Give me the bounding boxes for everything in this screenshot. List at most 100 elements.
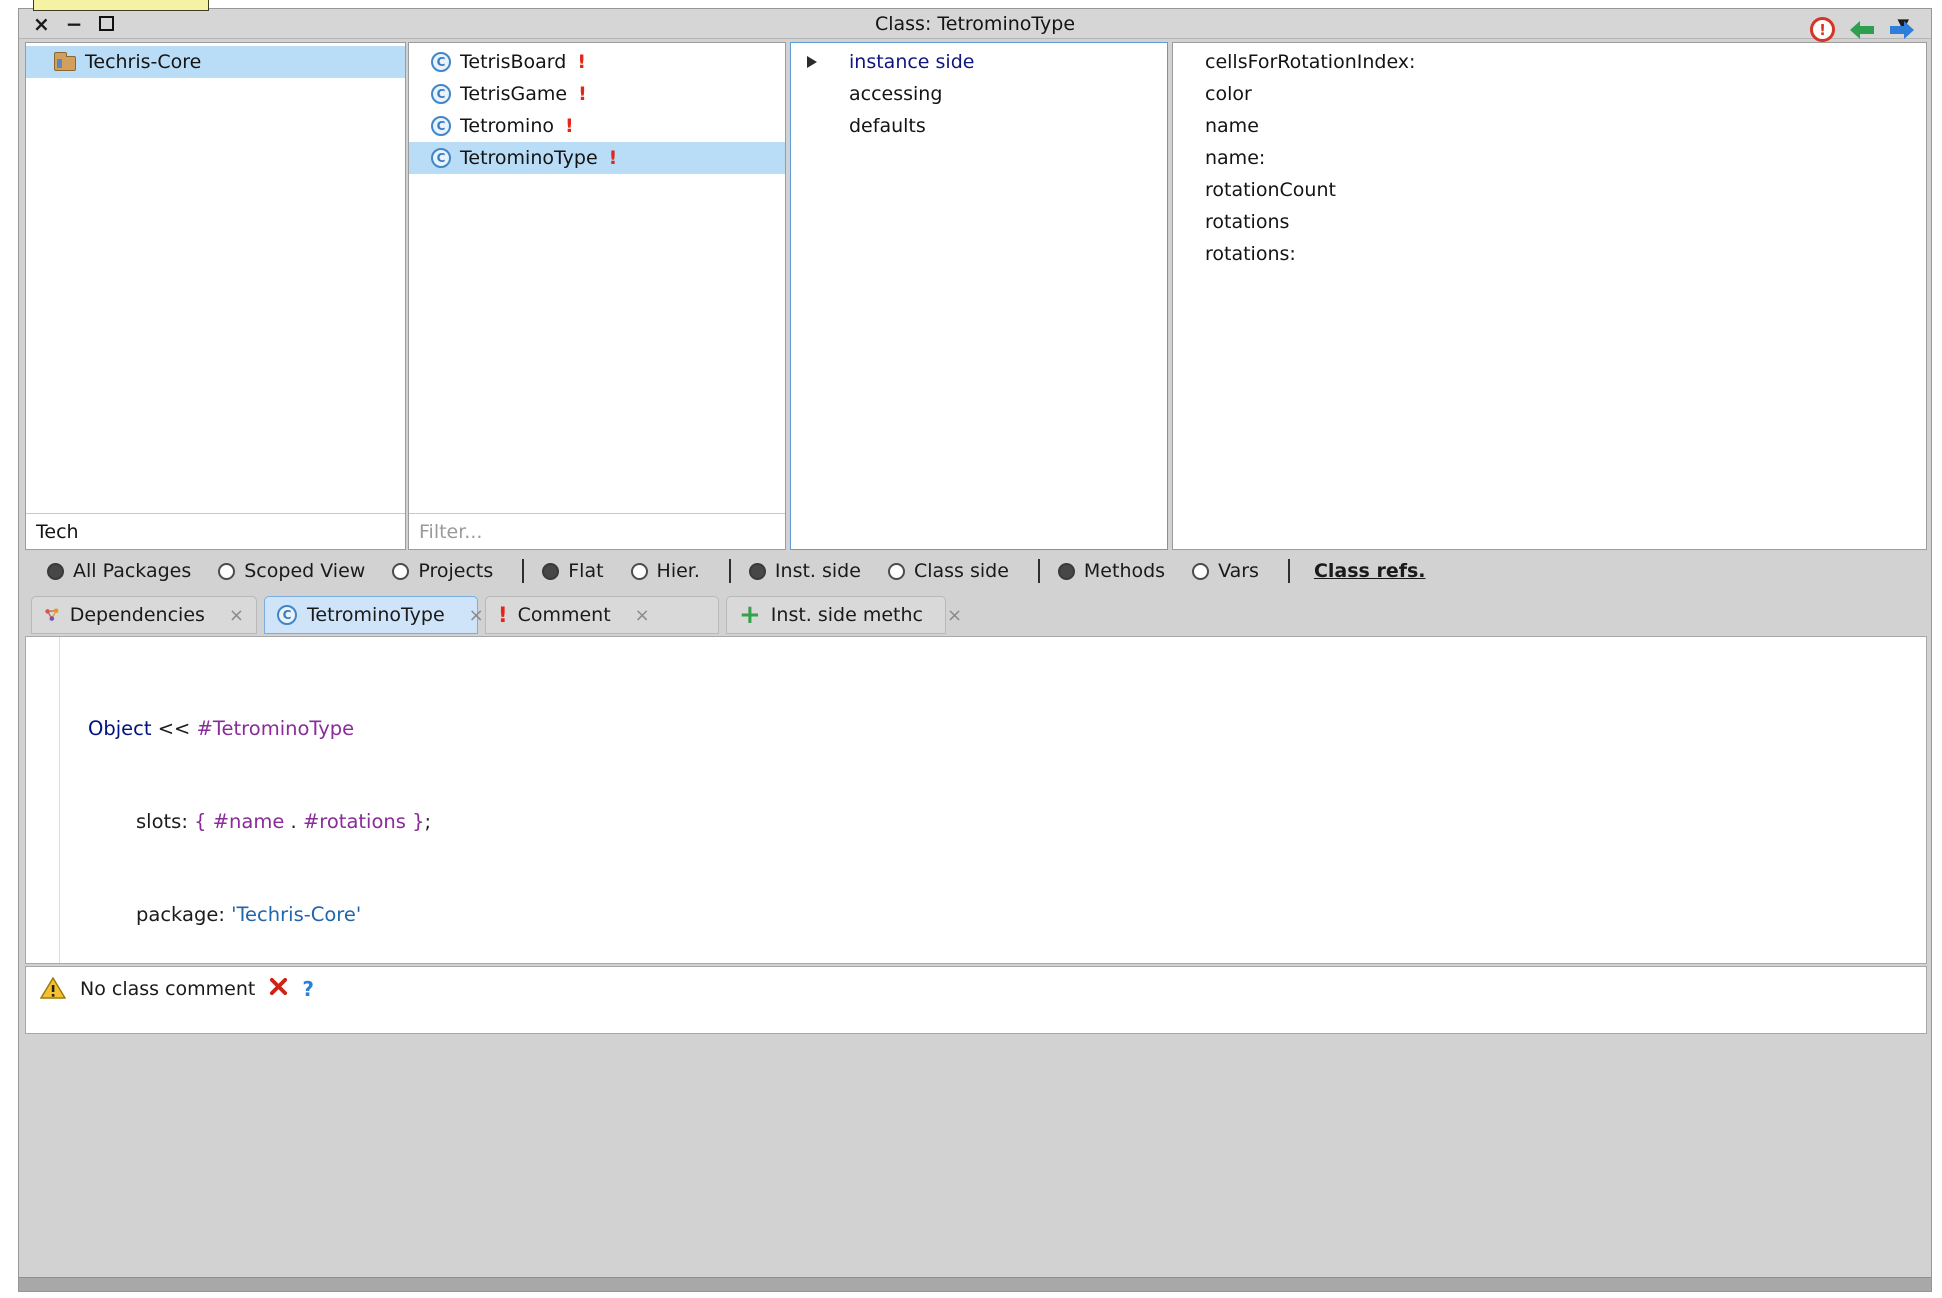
dependencies-icon — [44, 605, 60, 625]
tab-close-icon[interactable]: × — [469, 605, 484, 626]
history-forward-icon[interactable] — [1889, 19, 1915, 41]
class-list-item[interactable]: C Tetromino ! — [409, 110, 785, 142]
tab-close-icon[interactable]: × — [947, 605, 962, 626]
tab-close-icon[interactable]: × — [229, 605, 244, 626]
error-indicator-icon[interactable]: ! — [1810, 17, 1835, 42]
radio-methods[interactable]: Methods — [1058, 560, 1165, 582]
browser-panes: Techris-Core C TetrisBoard ! C TetrisGam… — [25, 42, 1927, 550]
method-list-item[interactable]: cellsForRotationIndex: — [1173, 46, 1926, 78]
expand-arrow-icon[interactable] — [807, 56, 817, 68]
methods-pane: cellsForRotationIndex: color name name: … — [1172, 42, 1927, 550]
radio-all-packages[interactable]: All Packages — [47, 560, 191, 582]
radio-label: Vars — [1218, 560, 1259, 582]
class-comment-bar: No class comment ? — [25, 966, 1927, 1034]
class-definition-code[interactable]: Object << #TetrominoType slots: { #name … — [88, 651, 1916, 992]
class-name: TetrisGame — [460, 83, 567, 105]
code-editor[interactable]: Object << #TetrominoType slots: { #name … — [25, 636, 1927, 964]
window-bottom-edge — [19, 1277, 1931, 1291]
help-icon[interactable]: ? — [302, 977, 314, 1001]
class-list-item[interactable]: C TetrisGame ! — [409, 78, 785, 110]
method-list-item[interactable]: name — [1173, 110, 1926, 142]
add-method-icon: + — [739, 605, 761, 625]
package-filter-bar — [26, 513, 405, 549]
editor-action-icons: ! — [1810, 17, 1915, 42]
method-name: rotationCount — [1205, 179, 1336, 201]
method-list-item[interactable]: name: — [1173, 142, 1926, 174]
class-list-item[interactable]: C TetrominoType ! — [409, 142, 785, 174]
radio-flat[interactable]: Flat — [542, 560, 603, 582]
title-bar: × − Class: TetrominoType ▼ — [19, 9, 1931, 39]
protocol-list-item[interactable]: accessing — [791, 78, 1167, 110]
protocol-name: accessing — [849, 83, 942, 105]
package-filter-input[interactable] — [26, 521, 386, 543]
radio-selected-icon[interactable] — [542, 563, 559, 580]
code-line: slots: { #name . #rotations }; — [88, 806, 1916, 837]
radio-unselected-icon[interactable] — [1192, 563, 1209, 580]
radio-unselected-icon[interactable] — [392, 563, 409, 580]
radio-class-side[interactable]: Class side — [888, 560, 1009, 582]
protocol-list-item[interactable]: defaults — [791, 110, 1167, 142]
class-name: Tetromino — [460, 115, 554, 137]
class-icon: C — [431, 84, 451, 104]
history-back-icon[interactable] — [1849, 19, 1875, 41]
dismiss-x-icon[interactable] — [269, 977, 288, 996]
radio-selected-icon[interactable] — [1058, 563, 1075, 580]
method-list-item[interactable]: rotations — [1173, 206, 1926, 238]
package-list-item[interactable]: Techris-Core — [26, 46, 405, 78]
class-name: TetrisBoard — [460, 51, 566, 73]
radio-vars[interactable]: Vars — [1192, 560, 1259, 582]
radio-unselected-icon[interactable] — [888, 563, 905, 580]
code-token: } — [406, 810, 425, 833]
radio-label: Flat — [568, 560, 603, 582]
radio-label: Scoped View — [244, 560, 365, 582]
tab-dependencies[interactable]: Dependencies × — [31, 596, 257, 634]
class-icon: C — [431, 116, 451, 136]
class-filter-input[interactable] — [409, 521, 766, 543]
class-refs-link[interactable]: Class refs. — [1314, 560, 1426, 582]
tab-inst-side-methods[interactable]: + Inst. side methc × — [726, 596, 946, 634]
radio-projects[interactable]: Projects — [392, 560, 493, 582]
code-token: << — [152, 717, 197, 740]
radio-inst-side[interactable]: Inst. side — [749, 560, 861, 582]
radio-label: All Packages — [73, 560, 191, 582]
code-token: #name — [213, 810, 285, 833]
method-list-item[interactable]: rotations: — [1173, 238, 1926, 270]
protocol-list-item[interactable]: instance side — [791, 46, 1167, 78]
method-name: rotations — [1205, 211, 1289, 233]
code-token: ; — [425, 810, 432, 833]
radio-unselected-icon[interactable] — [631, 563, 648, 580]
class-list-item[interactable]: C TetrisBoard ! — [409, 46, 785, 78]
minimize-window-icon[interactable]: − — [66, 14, 83, 34]
toolbar-separator — [729, 559, 731, 583]
tab-close-icon[interactable]: × — [635, 605, 650, 626]
radio-selected-icon[interactable] — [749, 563, 766, 580]
tab-label: Dependencies — [70, 604, 205, 626]
maximize-window-icon[interactable] — [99, 16, 114, 31]
radio-label: Inst. side — [775, 560, 861, 582]
method-name: name: — [1205, 147, 1265, 169]
close-window-icon[interactable]: × — [33, 14, 50, 34]
toolbar-separator — [1288, 559, 1290, 583]
radio-hier[interactable]: Hier. — [631, 560, 700, 582]
protocol-name: instance side — [849, 51, 974, 73]
toolbar-separator — [522, 559, 524, 583]
tab-tetrominotype[interactable]: C TetrominoType × — [264, 596, 478, 634]
code-token: #rotations — [303, 810, 406, 833]
method-name: color — [1205, 83, 1252, 105]
background-window-fragment — [33, 0, 209, 11]
radio-unselected-icon[interactable] — [218, 563, 235, 580]
packages-pane: Techris-Core — [25, 42, 406, 550]
code-token: slots: — [136, 810, 194, 833]
method-name: cellsForRotationIndex: — [1205, 51, 1415, 73]
tab-comment[interactable]: ! Comment × — [485, 596, 719, 634]
radio-scoped-view[interactable]: Scoped View — [218, 560, 365, 582]
unsaved-changes-icon: ! — [577, 51, 586, 73]
class-name: TetrominoType — [460, 147, 598, 169]
method-list-item[interactable]: rotationCount — [1173, 174, 1926, 206]
radio-selected-icon[interactable] — [47, 563, 64, 580]
tab-label: Inst. side methc — [771, 604, 923, 626]
package-name: Techris-Core — [85, 51, 201, 73]
radio-label: Class side — [914, 560, 1009, 582]
class-filter-bar — [409, 513, 785, 549]
method-list-item[interactable]: color — [1173, 78, 1926, 110]
